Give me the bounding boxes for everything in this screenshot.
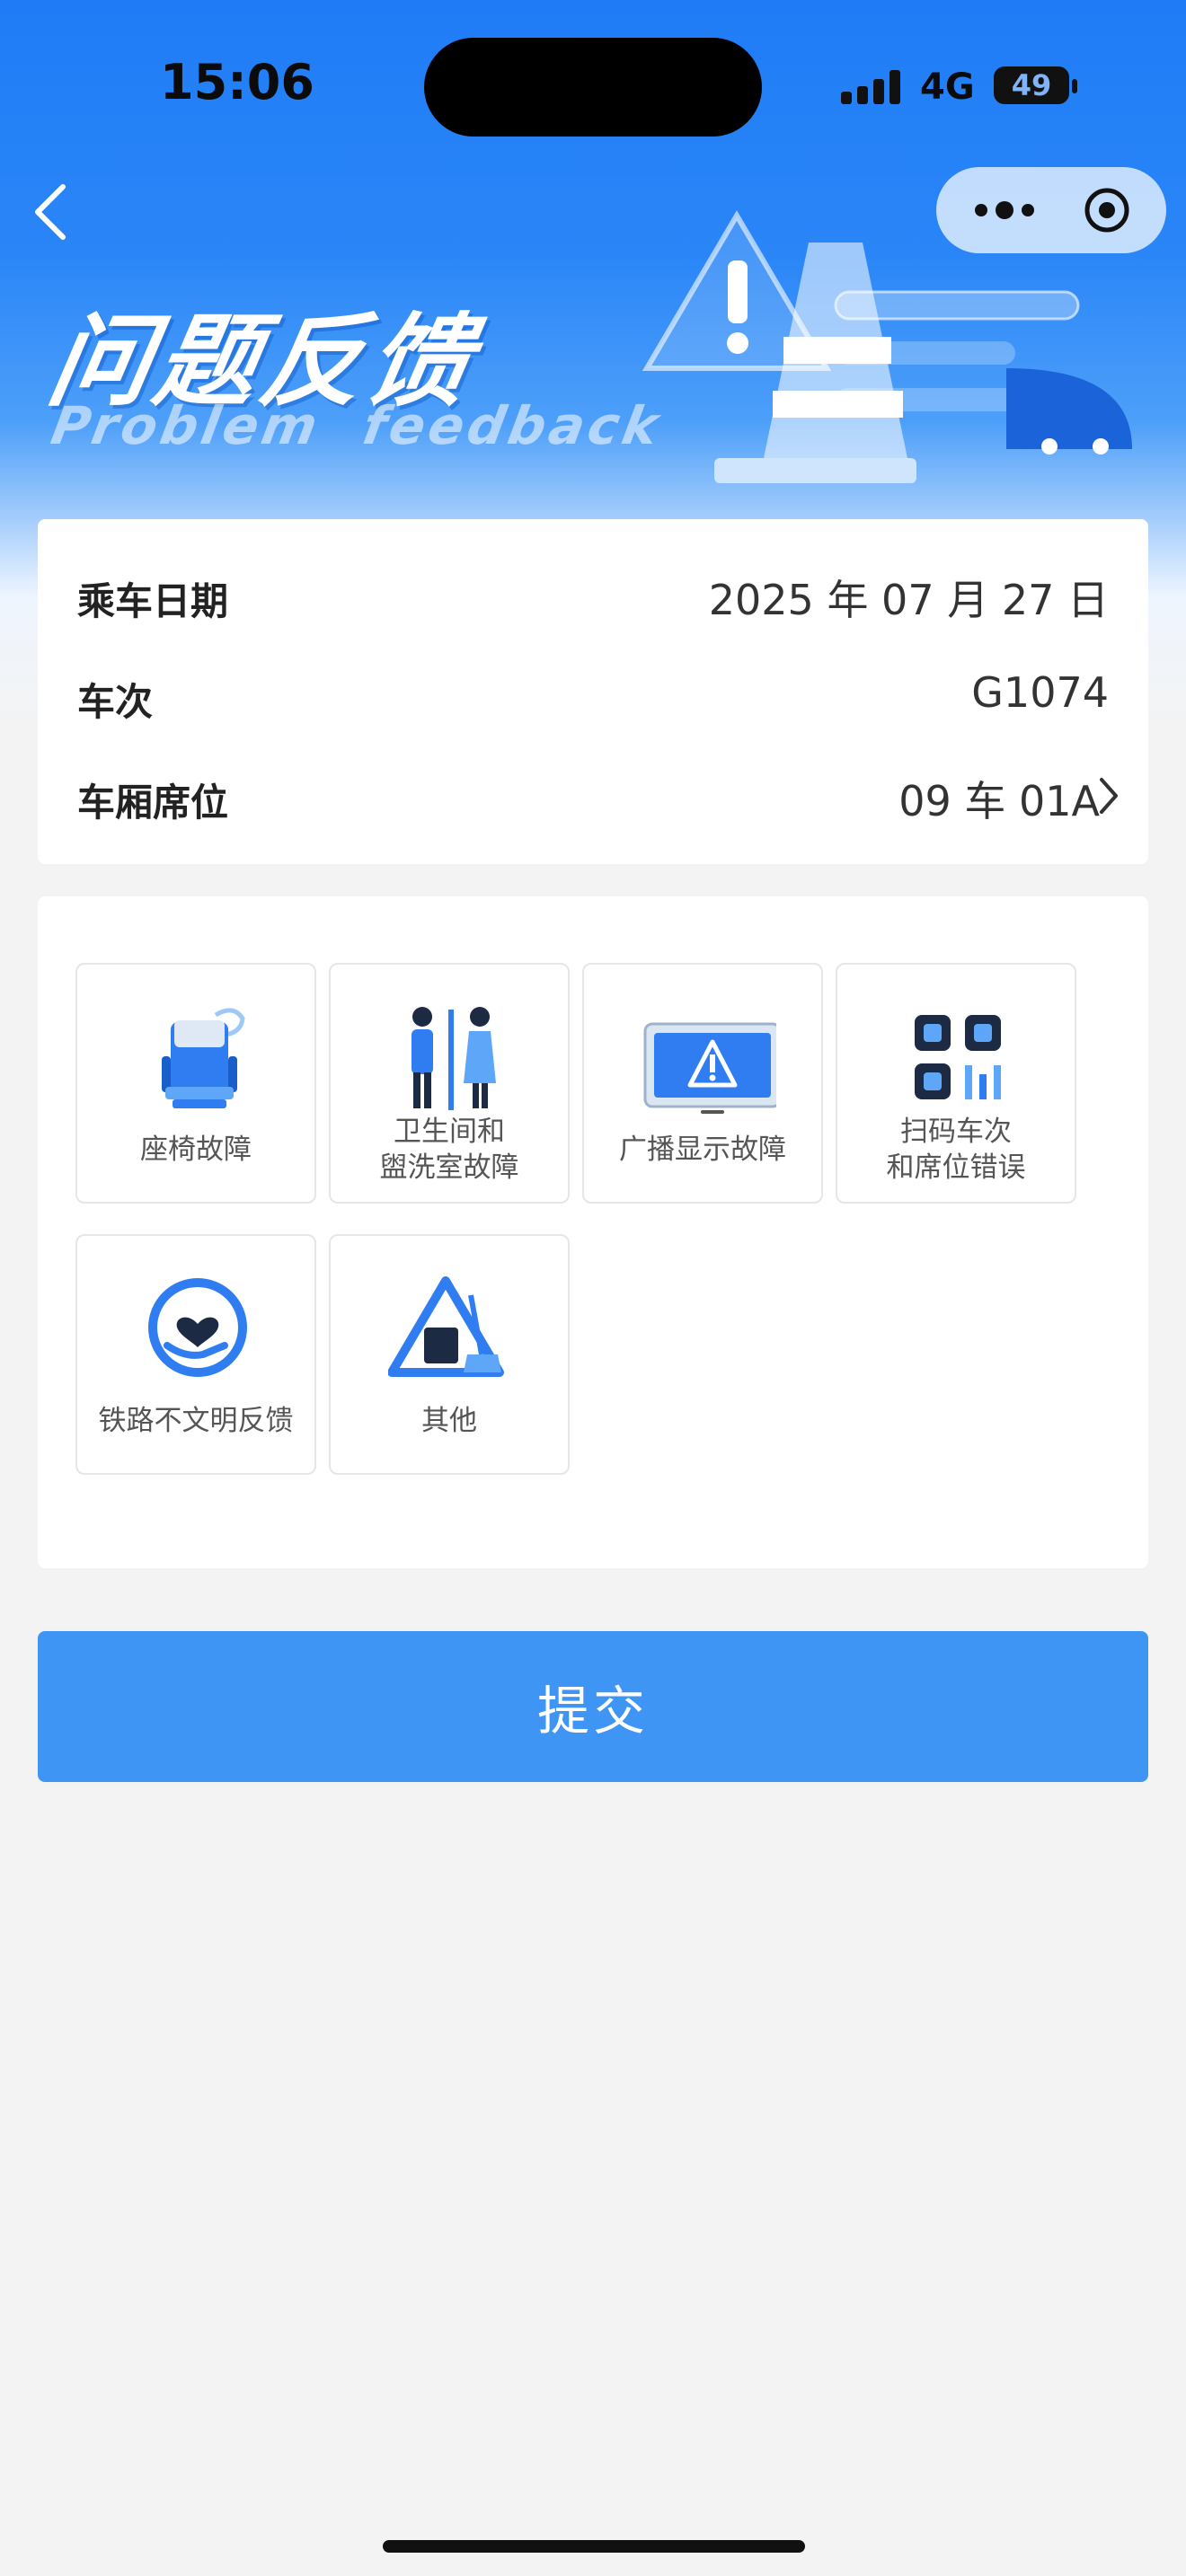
date-label: 乘车日期 — [77, 579, 229, 623]
train-row: 车次 G1074 — [77, 659, 1109, 724]
battery-level: 49 — [994, 66, 1069, 104]
seat-icon — [162, 1008, 245, 1108]
network-type: 4G — [920, 66, 975, 108]
back-icon[interactable] — [25, 180, 79, 244]
display-warning-icon — [643, 1022, 776, 1114]
category-label: 卫生间和 盥洗室故障 — [379, 1116, 519, 1184]
close-target-icon[interactable] — [1084, 187, 1130, 234]
more-options-icon[interactable] — [969, 190, 1040, 230]
train-label: 车次 — [77, 680, 154, 724]
category-tile-qr[interactable]: 扫码车次 和席位错误 — [836, 963, 1076, 1204]
category-label: 其他 — [421, 1405, 477, 1437]
category-tile-display[interactable]: 广播显示故障 — [582, 963, 823, 1204]
mini-program-capsule — [936, 167, 1166, 253]
restroom-icon — [412, 1007, 496, 1110]
page-subtitle: Problem feedback — [47, 395, 667, 456]
category-tile-seat[interactable]: 座椅故障 — [75, 963, 316, 1204]
category-tile-restroom[interactable]: 卫生间和 盥洗室故障 — [329, 963, 570, 1204]
category-label: 广播显示故障 — [619, 1134, 786, 1166]
category-label: 座椅故障 — [140, 1134, 252, 1166]
category-label: 扫码车次 和席位错误 — [886, 1116, 1026, 1184]
battery-tip — [1072, 79, 1077, 93]
date-row: 乘车日期 2025 年 07 月 27 日 — [77, 559, 1109, 624]
submit-button[interactable]: 提交 — [38, 1631, 1148, 1782]
heart-hand-icon — [148, 1278, 247, 1377]
cleaning-warning-icon — [388, 1276, 504, 1377]
seat-value[interactable]: 09 车 01A — [898, 769, 1100, 828]
seat-label: 车厢席位 — [77, 781, 229, 825]
category-label: 铁路不文明反馈 — [98, 1405, 294, 1437]
dynamic-island — [424, 38, 762, 137]
date-value: 2025 年 07 月 27 日 — [708, 576, 1109, 624]
category-card: 座椅故障 卫生间和 盥洗室故障 广播显示故障 扫码车次 和席位错误 铁路不文明反… — [38, 896, 1148, 1568]
category-tile-civility[interactable]: 铁路不文明反馈 — [75, 1234, 316, 1475]
seat-row[interactable]: 车厢席位 09 车 01A — [77, 760, 1118, 825]
train-value: G1074 — [971, 668, 1109, 717]
category-tile-other[interactable]: 其他 — [329, 1234, 570, 1475]
cellular-signal-icon — [841, 70, 900, 104]
chevron-right-icon[interactable] — [1096, 776, 1121, 816]
qr-code-icon — [915, 1015, 1001, 1099]
status-time: 15:06 — [160, 54, 314, 110]
home-indicator — [383, 2540, 805, 2553]
trip-info-card: 乘车日期 2025 年 07 月 27 日 车次 G1074 车厢席位 09 车… — [38, 519, 1148, 864]
